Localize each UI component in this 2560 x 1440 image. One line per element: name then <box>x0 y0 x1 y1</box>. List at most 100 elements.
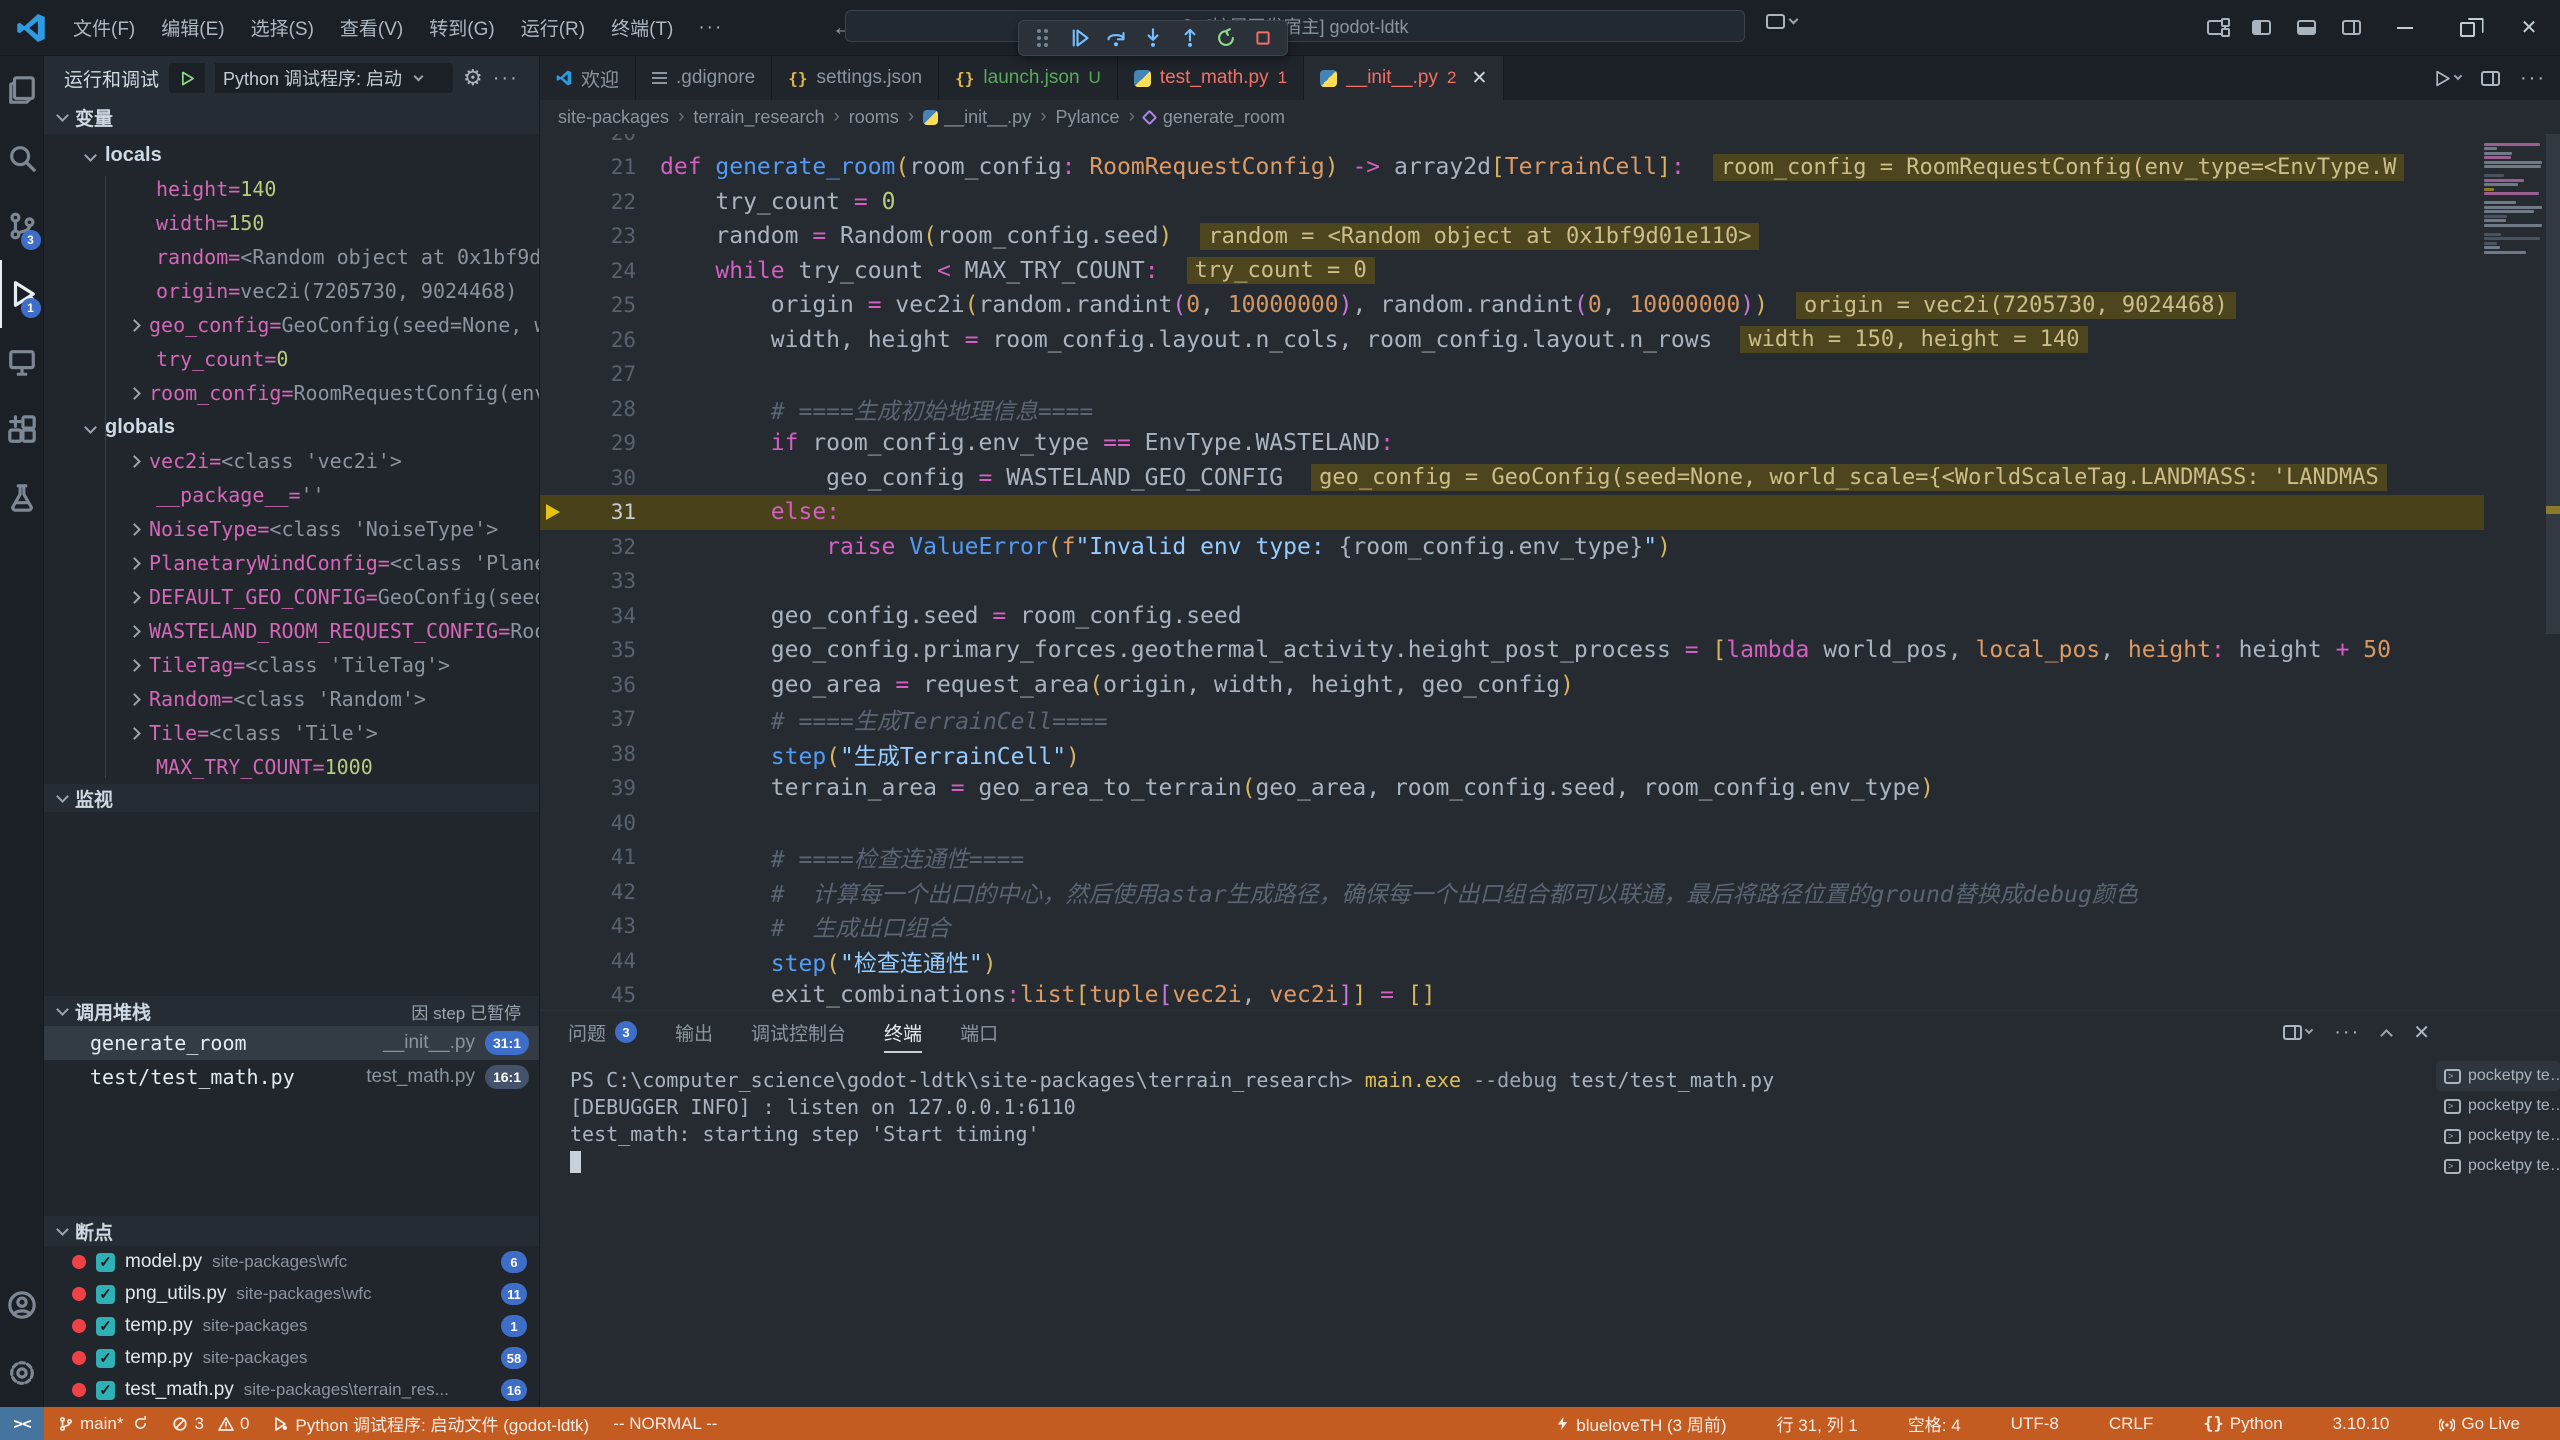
breakpoint-row[interactable]: ✓temp.pysite-packages58 <box>44 1342 539 1374</box>
code-line-39[interactable]: 39 terrain_area = geo_area_to_terrain(ge… <box>540 771 2484 806</box>
tab-launch.json[interactable]: {}launch.jsonU <box>939 56 1118 100</box>
menu-item-2[interactable]: 选择(S) <box>238 8 327 47</box>
code-line-45[interactable]: 45 exit_combinations:list[tuple[vec2i, v… <box>540 978 2484 1011</box>
breakpoints-section-header[interactable]: 断点 <box>44 1216 539 1246</box>
settings-activity-button[interactable] <box>0 1339 44 1407</box>
split-editor-icon[interactable] <box>2481 71 2500 86</box>
code-line-43[interactable]: 43 # 生成出口组合 <box>540 909 2484 944</box>
code-line-40[interactable]: 40 <box>540 805 2484 840</box>
remote-indicator[interactable]: >< <box>0 1407 44 1440</box>
problems[interactable]: 30 <box>172 1414 249 1434</box>
breakpoint-checkbox[interactable]: ✓ <box>96 1317 115 1336</box>
debug-settings-gear-icon[interactable]: ⚙ <box>463 65 483 91</box>
tab-.gdignore[interactable]: .gdignore <box>636 56 772 100</box>
start-debug-button[interactable] <box>169 63 205 93</box>
variable-row[interactable]: MAX_TRY_COUNT = 1000 <box>44 750 539 784</box>
code-line-37[interactable]: 37 # ====生成TerrainCell==== <box>540 702 2484 737</box>
menu-item-3[interactable]: 查看(V) <box>327 8 416 47</box>
debug-config-select[interactable]: Python 调试程序: 启动 <box>215 63 453 93</box>
breakpoint-row[interactable]: ✓png_utils.pysite-packages\wfc11 <box>44 1278 539 1310</box>
run-python-file-button[interactable] <box>2434 70 2461 87</box>
code-line-35[interactable]: 35 geo_config.primary_forces.geothermal_… <box>540 633 2484 668</box>
layout-dropdown[interactable] <box>1766 14 1797 29</box>
explorer-activity-button[interactable] <box>0 56 44 124</box>
scope-locals[interactable]: locals <box>44 138 539 172</box>
code-line-30[interactable]: 30 geo_config = WASTELAND_GEO_CONFIGgeo_… <box>540 460 2484 495</box>
breadcrumb-item[interactable]: terrain_research <box>693 107 824 128</box>
panel-tab-终端[interactable]: 终端 <box>884 1011 922 1053</box>
more-actions-icon[interactable]: ··· <box>493 67 519 90</box>
call-stack-frame[interactable]: test/test_math.pytest_math.py16:1 <box>44 1060 539 1094</box>
code-line-38[interactable]: 38 step("生成TerrainCell") <box>540 736 2484 771</box>
menu-item-4[interactable]: 转到(G) <box>416 8 507 47</box>
step-over-button[interactable] <box>1100 23 1133 53</box>
call-stack-section-header[interactable]: 调用堆栈 因 step 已暂停 <box>44 996 539 1026</box>
menu-overflow-button[interactable]: ··· <box>686 11 735 45</box>
variable-row[interactable]: NoiseType = <class 'NoiseType'> <box>44 512 539 546</box>
source-control-activity-button[interactable]: 3 <box>0 192 44 260</box>
variable-row[interactable]: WASTELAND_ROOM_REQUEST_CONFIG = RoomR… <box>44 614 539 648</box>
code-line-41[interactable]: 41 # ====检查连通性==== <box>540 840 2484 875</box>
variables-section-header[interactable]: 变量 <box>44 100 539 134</box>
tab-test_math.py[interactable]: test_math.py1 <box>1118 56 1304 100</box>
watch-section-header[interactable]: 监视 <box>44 784 539 812</box>
search-activity-button[interactable] <box>0 124 44 192</box>
code-line-24[interactable]: 24 while try_count < MAX_TRY_COUNT:try_c… <box>540 253 2484 288</box>
run-and-debug-activity-button[interactable]: 1 <box>0 260 44 328</box>
go-live[interactable]: Go Live <box>2439 1414 2520 1434</box>
code-line-28[interactable]: 28 # ====生成初始地理信息==== <box>540 391 2484 426</box>
code-line-31[interactable]: 31 else: <box>540 495 2484 530</box>
minimize-button[interactable] <box>2374 0 2436 55</box>
panel-more-actions-icon[interactable]: ··· <box>2334 1021 2360 1044</box>
split-terminal-button[interactable] <box>2283 1025 2312 1040</box>
continue-button[interactable] <box>1064 23 1097 53</box>
sync-icon[interactable] <box>133 1416 148 1431</box>
eol[interactable]: CRLF <box>2109 1414 2153 1434</box>
testing-activity-button[interactable] <box>0 464 44 532</box>
breakpoint-checkbox[interactable]: ✓ <box>96 1253 115 1272</box>
code-editor[interactable]: 2021def generate_room(room_config: RoomR… <box>540 134 2560 1010</box>
variable-row[interactable]: vec2i = <class 'vec2i'> <box>44 444 539 478</box>
menu-item-6[interactable]: 终端(T) <box>598 8 686 47</box>
variable-row[interactable]: width = 150 <box>44 206 539 240</box>
panel-tab-调试控制台[interactable]: 调试控制台 <box>751 1011 846 1053</box>
language-mode[interactable]: {}Python <box>2203 1414 2282 1434</box>
tab-__init__.py[interactable]: __init__.py2✕ <box>1304 56 1504 100</box>
menu-item-5[interactable]: 运行(R) <box>508 8 598 47</box>
minimap[interactable] <box>2484 138 2544 255</box>
call-stack-frame[interactable]: generate_room__init__.py31:1 <box>44 1026 539 1060</box>
command-center-search[interactable]: [扩展开发宿主] godot-ldtk <box>845 10 1745 42</box>
stop-button[interactable] <box>1246 23 1279 53</box>
variable-row[interactable]: __package__ = '' <box>44 478 539 512</box>
terminal-instance[interactable]: >pocketpy te… <box>2436 1091 2560 1121</box>
code-line-32[interactable]: 32 raise ValueError(f"Invalid env type: … <box>540 529 2484 564</box>
code-line-20[interactable]: 20 <box>540 134 2484 150</box>
step-into-button[interactable] <box>1137 23 1170 53</box>
tab-[interactable]: 欢迎 <box>540 56 636 100</box>
code-line-22[interactable]: 22 try_count = 0 <box>540 184 2484 219</box>
toggle-primary-sidebar-button[interactable] <box>2239 0 2284 55</box>
close-button[interactable]: ✕ <box>2498 0 2560 55</box>
breadcrumb-item[interactable]: site-packages <box>558 107 669 128</box>
code-line-29[interactable]: 29 if room_config.env_type == EnvType.WA… <box>540 426 2484 461</box>
close-panel-icon[interactable]: ✕ <box>2413 1020 2430 1045</box>
code-line-26[interactable]: 26 width, height = room_config.layout.n_… <box>540 322 2484 357</box>
code-line-23[interactable]: 23 random = Random(room_config.seed)rand… <box>540 219 2484 254</box>
restore-button[interactable] <box>2436 0 2498 55</box>
variable-row[interactable]: PlanetaryWindConfig = <class 'Planeta… <box>44 546 539 580</box>
maximize-panel-icon[interactable] <box>2380 1029 2393 1042</box>
menu-item-1[interactable]: 编辑(E) <box>148 8 237 47</box>
panel-tab-问题[interactable]: 问题3 <box>568 1011 637 1053</box>
terminal-output[interactable]: PS C:\computer_science\godot-ldtk\site-p… <box>540 1053 2436 1407</box>
vim-mode[interactable]: -- NORMAL -- <box>613 1414 717 1434</box>
toggle-panel-button[interactable] <box>2284 0 2329 55</box>
step-out-button[interactable] <box>1173 23 1206 53</box>
extensions-activity-button[interactable] <box>0 396 44 464</box>
gitlens-blame[interactable]: blueloveTH (3 周前) <box>1555 1411 1726 1436</box>
accounts-activity-button[interactable] <box>0 1271 44 1339</box>
customize-layout-button[interactable] <box>2194 0 2239 55</box>
breadcrumb-item[interactable]: __init__.py <box>923 107 1031 128</box>
close-tab-icon[interactable]: ✕ <box>1471 67 1487 90</box>
breadcrumb-item[interactable]: Pylance <box>1056 107 1120 128</box>
variable-row[interactable]: TileTag = <class 'TileTag'> <box>44 648 539 682</box>
